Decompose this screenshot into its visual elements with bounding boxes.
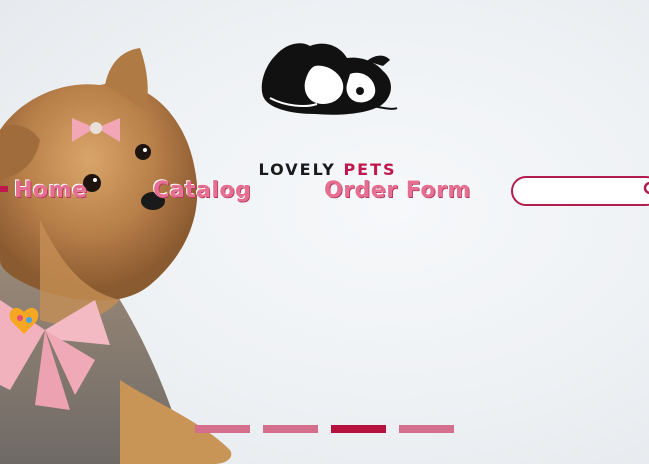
- search-box[interactable]: [511, 176, 649, 206]
- search-icon[interactable]: [643, 181, 649, 197]
- pet-logo-icon: [261, 43, 398, 115]
- slider-dot-2[interactable]: [263, 425, 318, 433]
- nav-catalog[interactable]: Catalog: [153, 178, 251, 203]
- slider-dot-1[interactable]: [195, 425, 250, 433]
- slider-dot-4[interactable]: [399, 425, 454, 433]
- slider-dot-3[interactable]: [331, 425, 386, 433]
- nav-active-marker: [0, 186, 8, 192]
- search-input[interactable]: [523, 178, 647, 204]
- brand-name-part2: PETS: [343, 160, 397, 179]
- brand-name: LOVELY PETS: [255, 160, 400, 179]
- brand-name-part1: LOVELY: [258, 160, 336, 179]
- nav-order-form[interactable]: Order Form: [324, 178, 471, 203]
- hero-dog-image: [0, 0, 240, 464]
- nav-home[interactable]: Home: [14, 178, 87, 203]
- brand-logo[interactable]: LOVELY PETS: [255, 36, 400, 179]
